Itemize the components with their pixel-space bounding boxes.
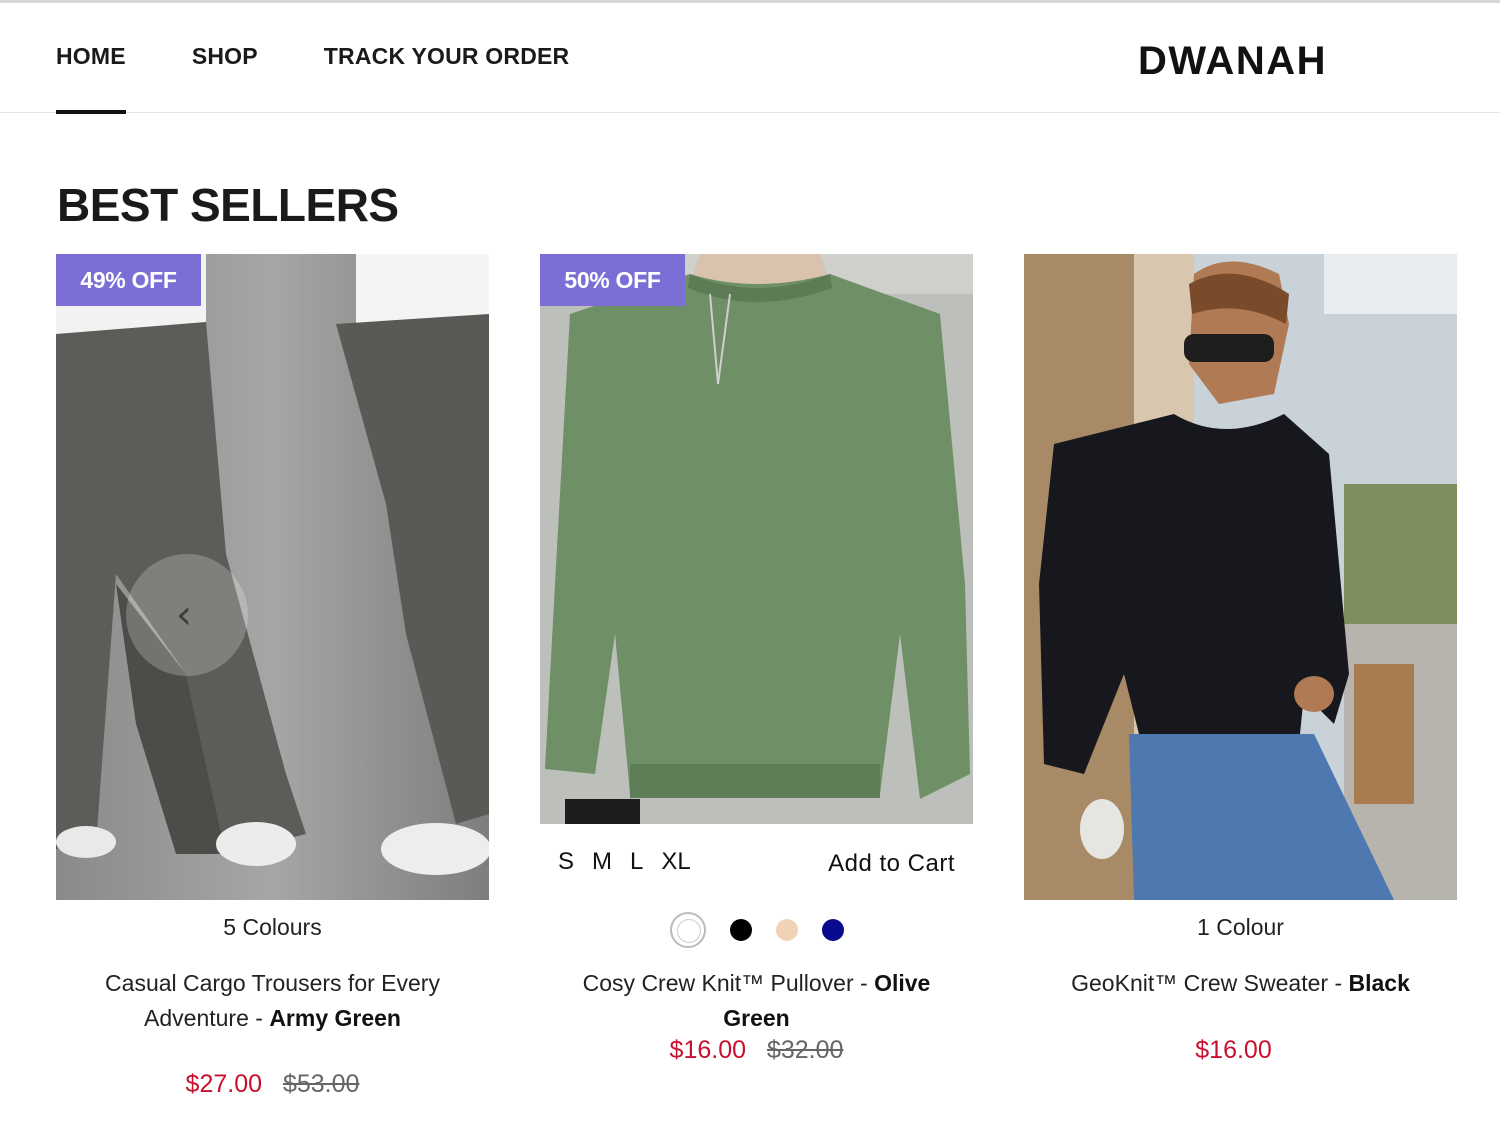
product-name[interactable]: GeoKnit™ Crew Sweater - Black	[1024, 966, 1457, 1001]
nav-home[interactable]: HOME	[56, 43, 126, 114]
colour-count: 5 Colours	[223, 914, 322, 940]
brand-logo[interactable]: DWANAH	[1138, 39, 1327, 84]
colour-swatches	[540, 912, 973, 948]
size-option[interactable]: S	[558, 848, 574, 876]
main-nav: HOME SHOP TRACK YOUR ORDER	[56, 43, 635, 114]
site-header: HOME SHOP TRACK YOUR ORDER DWANAH	[0, 3, 1500, 114]
discount-badge: 49% OFF	[56, 254, 201, 306]
price-row: $27.00 $53.00	[56, 1070, 489, 1099]
product-name[interactable]: Casual Cargo Trousers for Every Adventur…	[56, 966, 489, 1036]
product-image[interactable]: 50% OFF	[540, 254, 973, 824]
size-option[interactable]: XL	[661, 848, 690, 876]
product-title: Cosy Crew Knit™ Pullover -	[582, 970, 875, 996]
price-row: $16.00	[1024, 1036, 1457, 1065]
nav-track-order[interactable]: TRACK YOUR ORDER	[324, 43, 570, 70]
add-to-cart-button[interactable]: Add to Cart	[828, 850, 955, 878]
price-row: $16.00 $32.00	[540, 1036, 973, 1065]
colour-swatch-white[interactable]	[669, 912, 706, 948]
product-image[interactable]: 49% OFF ‹	[56, 254, 489, 900]
size-option[interactable]: L	[630, 848, 643, 876]
nav-shop[interactable]: SHOP	[192, 43, 258, 70]
sale-price: $27.00	[185, 1070, 263, 1098]
previous-image-button[interactable]: ‹	[126, 554, 248, 676]
colour-count: 1 Colour	[1197, 914, 1284, 940]
product-card[interactable]: 1 Colour GeoKnit™ Crew Sweater - Black $…	[1024, 254, 1457, 1064]
sale-price: $16.00	[1195, 1036, 1272, 1064]
original-price: $32.00	[766, 1036, 844, 1064]
size-options: S M L XL	[558, 848, 709, 876]
size-option[interactable]: M	[592, 848, 612, 876]
discount-badge: 50% OFF	[540, 254, 685, 306]
section-title: BEST SELLERS	[57, 179, 399, 231]
product-card[interactable]: 50% OFF S M L XL Add to Cart Cosy Crew K…	[540, 254, 973, 1064]
sale-price: $16.00	[669, 1036, 747, 1064]
colour-swatch-navy[interactable]	[821, 919, 844, 941]
product-name[interactable]: Cosy Crew Knit™ Pullover - Olive Green	[540, 966, 973, 1036]
original-price: $53.00	[282, 1070, 360, 1098]
product-image[interactable]	[1024, 254, 1457, 900]
quick-add-bar: S M L XL Add to Cart	[540, 824, 973, 900]
chevron-left-icon: ‹	[176, 592, 192, 638]
product-title: GeoKnit™ Crew Sweater -	[1071, 970, 1349, 996]
product-card[interactable]: 49% OFF ‹ 5 Colours Casual Cargo Trouser…	[56, 254, 489, 1098]
product-variant: Army Green	[269, 1005, 401, 1031]
product-variant: Black	[1348, 970, 1410, 996]
colour-swatch-black[interactable]	[729, 919, 752, 941]
colour-swatch-beige[interactable]	[775, 919, 798, 941]
